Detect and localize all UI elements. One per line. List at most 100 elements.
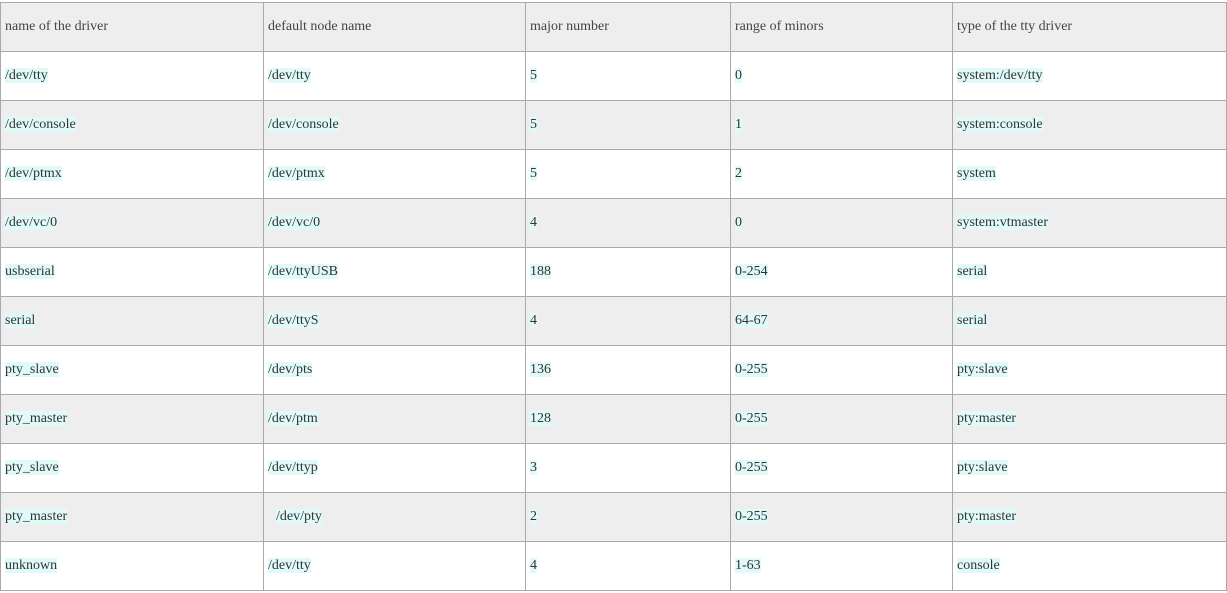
cell-tty-driver-type: pty:master <box>952 394 1227 444</box>
cell-range-of-minors: 0-255 <box>730 492 953 542</box>
cell-default-node-name: /dev/ptm <box>263 394 526 444</box>
cell-range-of-minors: 0-254 <box>730 247 953 297</box>
cell-default-node-name: /dev/tty <box>263 51 526 101</box>
cell-default-node-name: /dev/tty <box>263 541 526 591</box>
cell-text: 5 <box>530 166 537 181</box>
cell-text: serial <box>5 313 36 328</box>
cell-driver-name: /dev/console <box>0 100 264 150</box>
cell-text: pty:master <box>957 411 1017 426</box>
cell-text: system:/dev/tty <box>957 68 1043 83</box>
cell-text: unknown <box>5 558 58 573</box>
cell-text: pty:slave <box>957 362 1008 377</box>
cell-text: /dev/pts <box>268 362 313 377</box>
cell-text: /dev/ptmx <box>5 166 62 181</box>
cell-driver-name: usbserial <box>0 247 264 297</box>
cell-text: pty:master <box>957 509 1017 524</box>
cell-tty-driver-type: system <box>952 149 1227 199</box>
cell-text: serial <box>957 264 988 279</box>
cell-text: 1 <box>735 117 742 132</box>
cell-tty-driver-type: pty:master <box>952 492 1227 542</box>
cell-major-number: 128 <box>525 394 731 444</box>
cell-text: 0 <box>735 215 742 230</box>
cell-range-of-minors: 1 <box>730 100 953 150</box>
cell-text: 0-255 <box>735 509 768 524</box>
cell-text: serial <box>957 313 988 328</box>
cell-driver-name: pty_master <box>0 394 264 444</box>
cell-text: 2 <box>735 166 742 181</box>
cell-text: /dev/ttyS <box>268 313 319 328</box>
cell-text: pty_master <box>5 509 68 524</box>
cell-range-of-minors: 0 <box>730 198 953 248</box>
cell-range-of-minors: 2 <box>730 149 953 199</box>
table-row: serial /dev/ttyS 4 64-67 serial <box>0 296 1227 346</box>
cell-tty-driver-type: pty:slave <box>952 443 1227 493</box>
cell-tty-driver-type: serial <box>952 247 1227 297</box>
cell-range-of-minors: 0-255 <box>730 443 953 493</box>
cell-text: 5 <box>530 117 537 132</box>
cell-text: /dev/console <box>268 117 339 132</box>
cell-text: system:console <box>957 117 1043 132</box>
cell-text: 0-255 <box>735 411 768 426</box>
header-major-number: major number <box>525 2 731 52</box>
cell-text: pty:slave <box>957 460 1008 475</box>
cell-text: /dev/pty <box>276 509 322 524</box>
cell-text: 64-67 <box>735 313 768 328</box>
cell-tty-driver-type: console <box>952 541 1227 591</box>
table-row: pty_master /dev/pty 2 0-255 pty:master <box>0 492 1227 542</box>
cell-default-node-name: /dev/vc/0 <box>263 198 526 248</box>
cell-text: 188 <box>530 264 551 279</box>
table-row: unknown /dev/tty 4 1-63 console <box>0 541 1227 591</box>
cell-major-number: 4 <box>525 198 731 248</box>
cell-text: 136 <box>530 362 551 377</box>
cell-default-node-name: /dev/ttyUSB <box>263 247 526 297</box>
cell-text: /dev/ttyUSB <box>268 264 339 279</box>
cell-text: 128 <box>530 411 551 426</box>
cell-driver-name: pty_master <box>0 492 264 542</box>
cell-major-number: 2 <box>525 492 731 542</box>
table-row: pty_master /dev/ptm 128 0-255 pty:master <box>0 394 1227 444</box>
cell-major-number: 5 <box>525 51 731 101</box>
table-row: usbserial /dev/ttyUSB 188 0-254 serial <box>0 247 1227 297</box>
cell-text: 1-63 <box>735 558 761 573</box>
cell-text: /dev/ttyp <box>268 460 318 475</box>
cell-text: 4 <box>530 313 537 328</box>
table-row: /dev/tty /dev/tty 5 0 system:/dev/tty <box>0 51 1227 101</box>
cell-text: 0 <box>735 68 742 83</box>
table-row: pty_slave /dev/pts 136 0-255 pty:slave <box>0 345 1227 395</box>
cell-text: 0-255 <box>735 460 768 475</box>
cell-tty-driver-type: system:vtmaster <box>952 198 1227 248</box>
cell-driver-name: unknown <box>0 541 264 591</box>
cell-major-number: 3 <box>525 443 731 493</box>
cell-text: 4 <box>530 215 537 230</box>
cell-default-node-name: /dev/pty <box>263 492 526 542</box>
cell-major-number: 188 <box>525 247 731 297</box>
table-body: /dev/tty /dev/tty 5 0 system:/dev/tty /d… <box>0 51 1227 591</box>
cell-text: 3 <box>530 460 537 475</box>
cell-text: pty_master <box>5 411 68 426</box>
table-row: /dev/console /dev/console 5 1 system:con… <box>0 100 1227 150</box>
table-header: name of the driver default node name maj… <box>0 2 1227 52</box>
cell-text: /dev/tty <box>5 68 48 83</box>
cell-range-of-minors: 0-255 <box>730 345 953 395</box>
cell-range-of-minors: 0 <box>730 51 953 101</box>
cell-text: /dev/ptmx <box>268 166 325 181</box>
cell-tty-driver-type: pty:slave <box>952 345 1227 395</box>
header-range-of-minors: range of minors <box>730 2 953 52</box>
cell-text: /dev/console <box>5 117 76 132</box>
header-tty-driver-type: type of the tty driver <box>952 2 1227 52</box>
cell-default-node-name: /dev/ptmx <box>263 149 526 199</box>
cell-text: 0-254 <box>735 264 768 279</box>
cell-text: 5 <box>530 68 537 83</box>
cell-text: /dev/tty <box>268 558 311 573</box>
cell-driver-name: /dev/vc/0 <box>0 198 264 248</box>
cell-text: system:vtmaster <box>957 215 1048 230</box>
cell-tty-driver-type: system:console <box>952 100 1227 150</box>
cell-text: 4 <box>530 558 537 573</box>
cell-driver-name: /dev/tty <box>0 51 264 101</box>
cell-major-number: 4 <box>525 541 731 591</box>
cell-default-node-name: /dev/console <box>263 100 526 150</box>
cell-range-of-minors: 1-63 <box>730 541 953 591</box>
cell-major-number: 5 <box>525 100 731 150</box>
cell-tty-driver-type: system:/dev/tty <box>952 51 1227 101</box>
header-driver-name: name of the driver <box>0 2 264 52</box>
